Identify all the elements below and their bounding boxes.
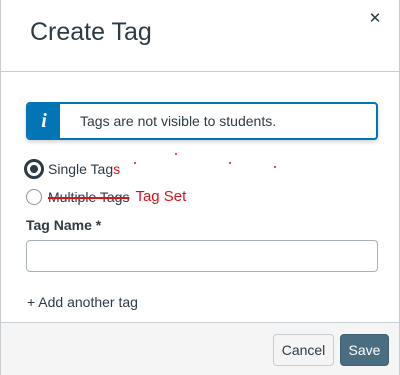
radio-button-checked[interactable] — [24, 159, 44, 179]
create-tag-dialog: Create Tag ✕ i Tags are not visible to s… — [0, 0, 400, 375]
radio-button-unchecked[interactable] — [26, 188, 42, 205]
add-another-tag-link[interactable]: + Add another tag — [27, 294, 138, 310]
dialog-footer: Cancel Save — [1, 322, 399, 375]
dialog-header: Create Tag ✕ — [1, 0, 399, 72]
tag-name-input[interactable] — [26, 240, 378, 272]
alert-message: Tags are not visible to students. — [80, 113, 277, 129]
annotation-mark — [229, 162, 231, 164]
close-icon[interactable]: ✕ — [365, 9, 385, 29]
tag-name-label: Tag Name * — [26, 217, 102, 233]
radio-single-tag-label-wrap: Single Tags — [48, 161, 120, 177]
dialog-title: Create Tag — [30, 18, 152, 46]
save-button[interactable]: Save — [340, 334, 389, 366]
annotation-mark — [134, 162, 136, 164]
radio-multiple-tags-label: Multiple Tags — [48, 188, 130, 205]
info-alert: i Tags are not visible to students. — [26, 102, 378, 140]
annotation-mark — [274, 166, 276, 168]
radio-single-tag[interactable]: Single Tags — [24, 159, 120, 179]
annotation-replacement: Tag Set — [135, 188, 187, 205]
annotation-suffix: s — [113, 161, 121, 177]
info-icon: i — [28, 104, 60, 138]
cancel-button[interactable]: Cancel — [273, 334, 334, 366]
annotation-mark — [175, 153, 177, 155]
radio-multiple-tags[interactable]: Multiple Tags Tag Set — [26, 188, 186, 205]
radio-single-tag-label: Single Tag — [48, 161, 114, 177]
